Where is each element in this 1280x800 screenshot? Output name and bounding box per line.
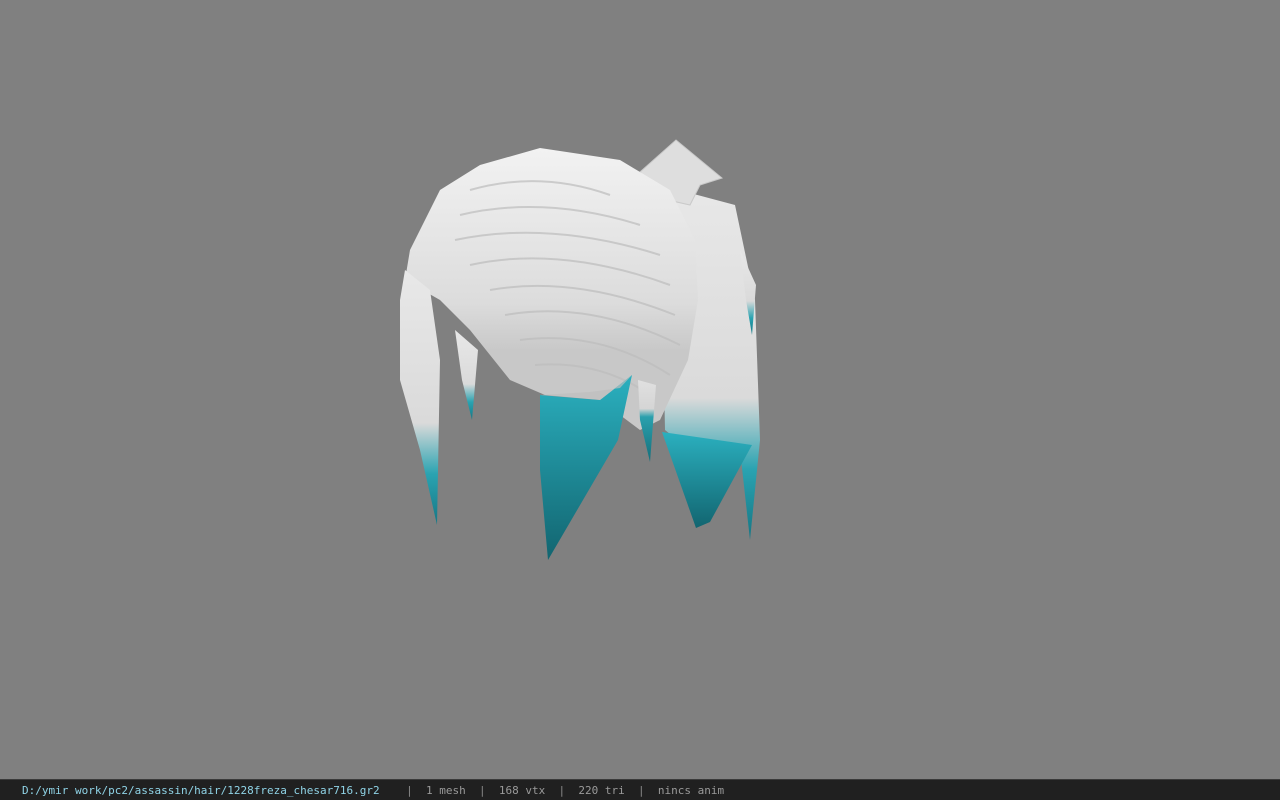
- hair-model[interactable]: [0, 0, 1280, 779]
- hair-strand-left: [400, 270, 440, 525]
- status-bar: D:/ymir work/pc2/assassin/hair/1228freza…: [0, 779, 1280, 800]
- animation-status: nincs anim: [657, 783, 725, 797]
- 3d-viewport[interactable]: [0, 0, 1280, 779]
- hair-strand-left-inner: [455, 330, 478, 420]
- separator: |: [637, 783, 645, 797]
- separator: |: [558, 783, 566, 797]
- mesh-count: 1 mesh: [426, 783, 466, 797]
- separator: |: [406, 783, 413, 797]
- hair-strand-right: [662, 432, 752, 528]
- file-path: D:/ymir work/pc2/assassin/hair/1228freza…: [22, 783, 380, 797]
- triangle-count: 220 tri: [578, 783, 625, 797]
- hair-strand-center: [540, 375, 632, 560]
- vertex-count: 168 vtx: [498, 783, 546, 797]
- separator: |: [479, 783, 486, 797]
